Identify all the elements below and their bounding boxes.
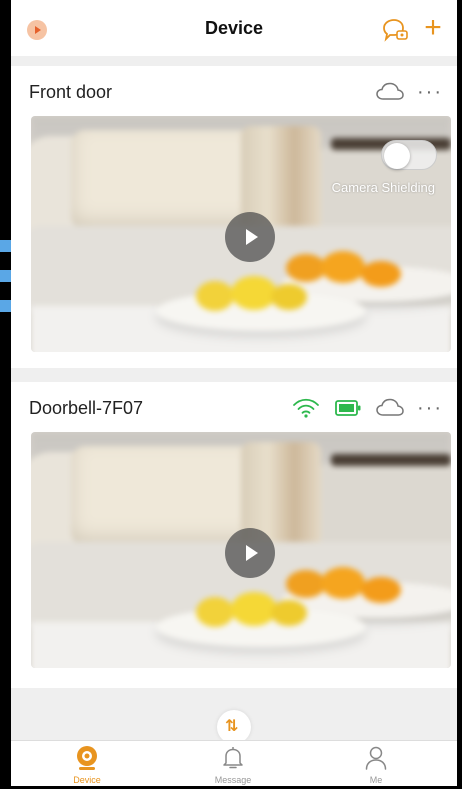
sort-devices-button[interactable]: ⇅ [217, 710, 251, 744]
tab-label: Device [73, 775, 101, 785]
wifi-icon[interactable] [291, 397, 321, 419]
camera-shielding-label: Camera Shielding [331, 180, 435, 195]
frame-side-marks [0, 240, 11, 330]
tab-message[interactable]: Message [193, 745, 273, 785]
camera-shielding-toggle[interactable] [381, 140, 437, 170]
device-name: Doorbell-7F07 [29, 398, 144, 418]
app-screen: Device + Front door ··· Camera Shielding… [11, 0, 457, 786]
cloud-icon[interactable] [375, 81, 405, 103]
device-status-icons: ··· [375, 78, 443, 106]
device-frame-left [0, 0, 11, 789]
bell-icon [220, 745, 246, 771]
person-icon [363, 745, 389, 771]
device-card-front-door: Front door ··· Camera Shielding [11, 66, 457, 368]
chat-bubble-icon[interactable] [381, 18, 409, 42]
more-icon[interactable]: ··· [417, 398, 443, 418]
tab-device[interactable]: Device [47, 745, 127, 785]
play-button[interactable] [225, 528, 275, 578]
add-device-button[interactable]: + [419, 13, 447, 44]
tab-label: Me [369, 775, 383, 785]
tab-me[interactable]: Me [336, 745, 416, 785]
camera-tab-icon [74, 745, 100, 771]
cloud-icon[interactable] [375, 397, 405, 419]
bottom-tab-bar: Device Message Me [11, 740, 457, 786]
device-card-doorbell: Doorbell-7F07 ··· [11, 382, 457, 688]
camera-preview[interactable] [31, 432, 451, 668]
device-name: Front door [29, 82, 113, 102]
play-button[interactable] [225, 212, 275, 262]
battery-icon [333, 397, 363, 419]
device-frame-right [457, 0, 462, 789]
tab-label: Message [214, 775, 252, 785]
more-icon[interactable]: ··· [417, 82, 443, 102]
device-status-icons: ··· [291, 394, 443, 422]
top-navigation-bar: Device + [11, 0, 457, 56]
camera-preview[interactable]: Camera Shielding [31, 116, 451, 352]
swap-icon: ⇅ [225, 718, 239, 735]
